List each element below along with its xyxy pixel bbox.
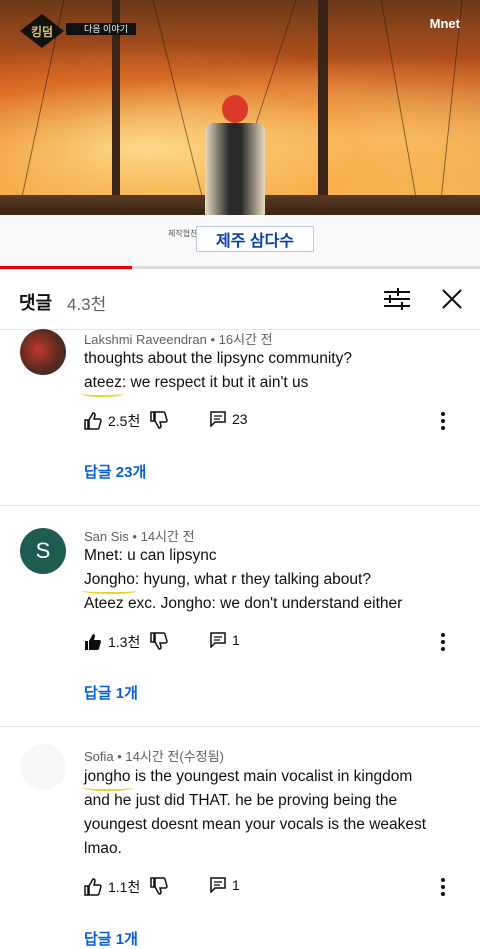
comment-actions: 2.5천 23 xyxy=(84,411,464,435)
comment-line: thoughts about the lipsync community? xyxy=(84,350,352,367)
divider xyxy=(0,726,480,727)
comments-header: 댓글 4.3천 xyxy=(0,269,480,330)
comment-meta: Sofia • 14시간 전(수정됨) xyxy=(84,749,224,764)
comment-line: lmao. xyxy=(84,840,122,857)
comment-text: thoughts about the lipsync community? at… xyxy=(84,347,459,395)
comment-meta: Lakshmi Raveendran • 16시간 전 xyxy=(84,332,273,347)
avatar[interactable] xyxy=(20,329,66,375)
comment-time: 14시간 전 xyxy=(140,529,195,544)
view-replies-link[interactable]: 답글 1개 xyxy=(84,682,138,703)
avatar[interactable] xyxy=(20,744,66,790)
highlighted-name: Jongho xyxy=(84,571,135,588)
view-replies-link[interactable]: 답글 23개 xyxy=(84,461,146,482)
comment-item: Lakshmi Raveendran • 16시간 전 thoughts abo… xyxy=(0,327,480,505)
thumbs-down-icon xyxy=(150,632,168,650)
comment-text: Mnet: u can lipsync Jongho: hyung, what … xyxy=(84,544,459,616)
comment-icon xyxy=(210,632,226,648)
comment-time: 16시간 전 xyxy=(218,332,273,347)
comment-line: and he just did THAT. he be proving bein… xyxy=(84,792,398,809)
like-count: 2.5천 xyxy=(108,413,141,429)
comment-line: Jongho: hyung, what r they talking about… xyxy=(84,571,371,588)
avatar[interactable]: S xyxy=(20,528,66,574)
more-options-icon[interactable] xyxy=(440,877,446,897)
reply-count: 1 xyxy=(232,632,240,648)
channel-logo: Mnet xyxy=(429,16,460,31)
thumbs-up-icon xyxy=(84,412,102,430)
thumbs-down-icon xyxy=(150,411,168,429)
sponsor-prefix: 제작협찬 xyxy=(168,229,198,238)
comment-actions: 1.1천 1 xyxy=(84,877,464,901)
like-count: 1.3천 xyxy=(108,634,141,650)
sponsor-logo: 제주 삼다수 xyxy=(196,226,314,252)
comment-author[interactable]: Lakshmi Raveendran xyxy=(84,332,207,347)
more-options-icon[interactable] xyxy=(440,632,446,652)
comment-item: S San Sis • 14시간 전 Mnet: u can lipsync J… xyxy=(0,522,480,722)
comment-author[interactable]: San Sis xyxy=(84,529,129,544)
thumbs-up-filled-icon xyxy=(85,634,101,650)
highlighted-name: jongho xyxy=(84,768,131,785)
reply-button[interactable]: 1 xyxy=(210,877,240,893)
divider xyxy=(0,505,480,506)
comment-line: ateez: we respect it but it ain't us xyxy=(84,374,309,391)
dislike-button[interactable] xyxy=(150,632,168,650)
comment-meta: San Sis • 14시간 전 xyxy=(84,529,195,544)
close-icon[interactable] xyxy=(440,287,464,311)
reply-count: 1 xyxy=(232,877,240,893)
filter-sort-icon[interactable] xyxy=(384,288,410,310)
thumbs-down-icon xyxy=(150,877,168,895)
comment-line: Ateez exc. Jongho: we don't understand e… xyxy=(84,595,403,612)
highlighted-name: ateez xyxy=(84,374,122,391)
like-count: 1.1천 xyxy=(108,879,141,895)
comment-line: youngest doesnt mean your vocals is the … xyxy=(84,816,427,833)
next-episode-tag: 다음 이야기 xyxy=(66,23,136,35)
reply-button[interactable]: 23 xyxy=(210,411,248,427)
view-replies-link[interactable]: 답글 1개 xyxy=(84,928,138,949)
comment-icon xyxy=(210,411,226,427)
comment-line: Mnet: u can lipsync xyxy=(84,547,217,564)
comment-icon xyxy=(210,877,226,893)
performer xyxy=(200,95,270,220)
comment-line: jongho is the youngest main vocalist in … xyxy=(84,768,413,785)
comments-title: 댓글 xyxy=(19,293,53,313)
comment-author[interactable]: Sofia xyxy=(84,749,114,764)
comment-text: jongho is the youngest main vocalist in … xyxy=(84,765,459,861)
ship-mast xyxy=(318,0,328,220)
like-button[interactable]: 1.3천 xyxy=(84,632,140,652)
video-player[interactable]: 킹덤 다음 이야기 Mnet 제작협찬 제주 삼다수 xyxy=(0,0,480,268)
dislike-button[interactable] xyxy=(150,411,168,429)
like-button[interactable]: 2.5천 xyxy=(84,411,140,431)
thumbs-up-icon xyxy=(84,878,102,896)
more-options-icon[interactable] xyxy=(440,411,446,431)
like-button[interactable]: 1.1천 xyxy=(84,877,140,897)
comment-time: 14시간 전(수정됨) xyxy=(125,749,224,764)
reply-button[interactable]: 1 xyxy=(210,632,240,648)
reply-count: 23 xyxy=(232,411,248,427)
comment-item: Sofia • 14시간 전(수정됨) jongho is the younge… xyxy=(0,744,480,949)
comment-actions: 1.3천 1 xyxy=(84,632,464,656)
dislike-button[interactable] xyxy=(150,877,168,895)
comments-count: 4.3천 xyxy=(67,295,107,314)
